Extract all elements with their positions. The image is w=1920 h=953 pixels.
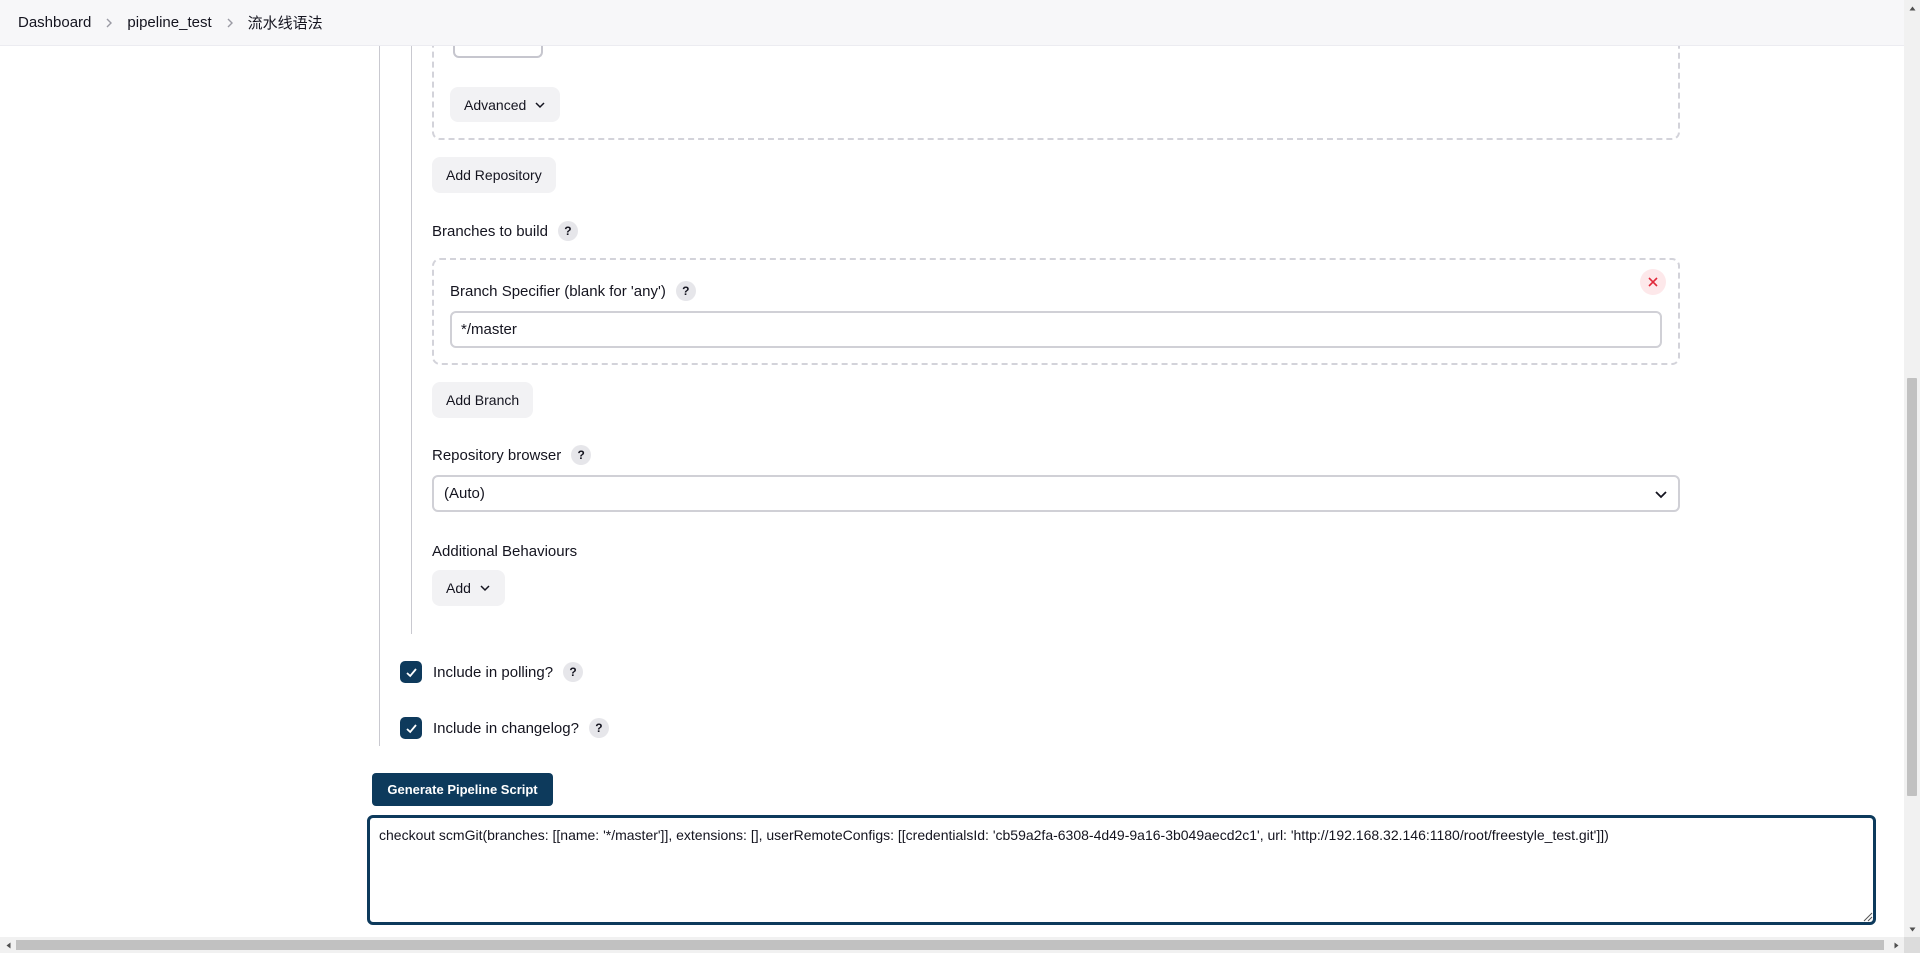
include-polling-text[interactable]: Include in polling? xyxy=(433,664,553,681)
include-polling-label: Include in polling? ? xyxy=(433,661,584,683)
add-repository-label: Add Repository xyxy=(446,167,542,183)
generate-pipeline-script-button[interactable]: Generate Pipeline Script xyxy=(372,773,553,806)
include-polling-checkbox[interactable] xyxy=(400,661,422,683)
help-icon[interactable]: ? xyxy=(563,662,584,682)
horizontal-scrollbar[interactable] xyxy=(0,937,1904,953)
add-branch-label: Add Branch xyxy=(446,392,520,408)
horizontal-scroll-thumb[interactable] xyxy=(16,940,1884,950)
advanced-button[interactable]: Advanced xyxy=(450,87,561,122)
section-divider-outer xyxy=(379,46,380,746)
help-icon[interactable]: ? xyxy=(588,718,609,738)
close-icon xyxy=(1648,277,1658,287)
chevron-down-icon xyxy=(479,582,491,594)
advanced-label: Advanced xyxy=(464,96,527,113)
add-branch-button[interactable]: Add Branch xyxy=(432,382,534,418)
repository-browser-select[interactable]: (Auto) xyxy=(432,475,1680,512)
check-icon xyxy=(405,723,417,733)
pipeline-script-output[interactable]: checkout scmGit(branches: [[name: '*/mas… xyxy=(367,815,1876,925)
scroll-left-icon[interactable] xyxy=(0,937,16,953)
repository-browser-selected: (Auto) xyxy=(444,485,485,502)
add-repository-button[interactable]: Add Repository xyxy=(432,157,556,193)
help-icon[interactable]: ? xyxy=(557,221,578,241)
repository-browser-label: Repository browser ? xyxy=(432,444,592,466)
add-behaviour-button[interactable]: Add xyxy=(432,570,505,606)
breadcrumb-pipeline-syntax[interactable]: 流水线语法 xyxy=(248,12,323,33)
branch-specifier-input[interactable] xyxy=(450,311,1662,348)
help-icon[interactable]: ? xyxy=(675,281,696,301)
section-divider-inner xyxy=(411,46,412,634)
repository-browser-label-text: Repository browser xyxy=(432,446,562,464)
breadcrumb-pipeline-test[interactable]: pipeline_test xyxy=(127,14,211,31)
include-changelog-text[interactable]: Include in changelog? xyxy=(433,720,579,737)
help-icon[interactable]: ? xyxy=(571,445,592,465)
branch-specifier-label: Branch Specifier (blank for 'any') ? xyxy=(450,280,696,302)
include-changelog-label: Include in changelog? ? xyxy=(433,717,609,739)
branches-label-text: Branches to build xyxy=(432,222,548,240)
additional-behaviours-label: Additional Behaviours xyxy=(432,540,577,562)
scroll-down-icon[interactable] xyxy=(1904,921,1920,937)
additional-behaviours-label-text: Additional Behaviours xyxy=(432,542,578,560)
vertical-scrollbar[interactable] xyxy=(1904,0,1920,937)
scrollbar-corner xyxy=(1904,937,1920,953)
scroll-up-icon[interactable] xyxy=(1904,0,1920,16)
branch-specifier-label-text: Branch Specifier (blank for 'any') xyxy=(450,282,666,300)
chevron-right-icon xyxy=(91,17,127,29)
branches-section-label: Branches to build ? xyxy=(432,220,578,242)
check-icon xyxy=(405,667,417,677)
chevron-right-icon xyxy=(212,17,248,29)
breadcrumb-dashboard[interactable]: Dashboard xyxy=(18,14,91,31)
add-behaviour-label: Add xyxy=(446,580,471,596)
breadcrumb: Dashboard pipeline_test 流水线语法 xyxy=(0,0,1904,46)
chevron-down-icon xyxy=(534,99,546,111)
vertical-scroll-thumb[interactable] xyxy=(1907,378,1917,796)
scroll-right-icon[interactable] xyxy=(1888,937,1904,953)
chevron-down-icon xyxy=(1655,490,1667,498)
remove-branch-button[interactable] xyxy=(1640,269,1666,295)
include-changelog-checkbox[interactable] xyxy=(400,717,422,739)
